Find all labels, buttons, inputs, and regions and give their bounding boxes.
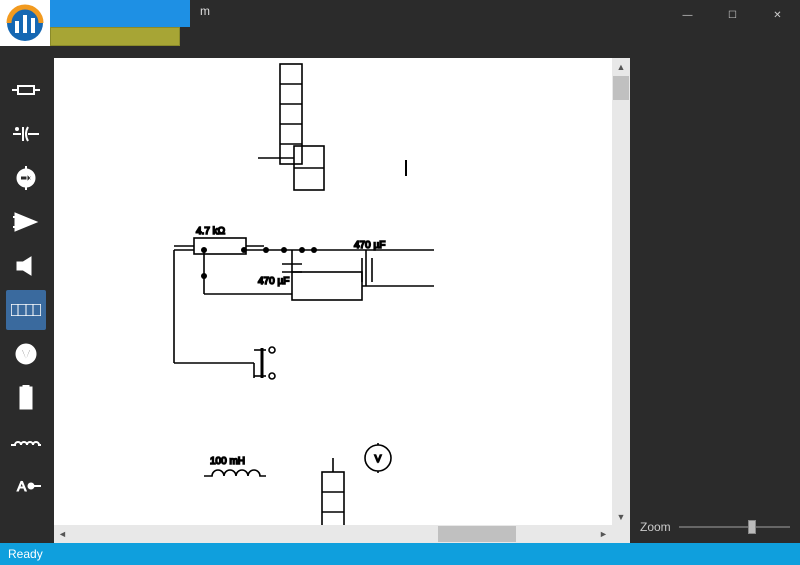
status-text: Ready	[8, 547, 43, 561]
vscroll-thumb[interactable]	[613, 76, 629, 100]
svg-text:V: V	[21, 346, 31, 362]
toolbox: V A	[0, 30, 52, 543]
hscroll-thumb[interactable]	[438, 526, 517, 542]
main-area: V A	[0, 30, 800, 543]
zoom-slider-track	[679, 526, 790, 528]
capacitor-polar-icon	[13, 125, 39, 143]
logo-icon	[5, 3, 45, 43]
scroll-up-arrow[interactable]: ▲	[612, 58, 630, 75]
battery-icon	[17, 385, 35, 411]
close-icon: ✕	[773, 10, 781, 21]
tool-opamp[interactable]	[6, 202, 46, 242]
minimize-icon: —	[683, 10, 693, 21]
tool-resistor[interactable]	[6, 70, 46, 110]
vscroll-track[interactable]	[612, 101, 630, 508]
window-controls: — ☐ ✕	[665, 0, 800, 30]
array-icon	[11, 304, 41, 316]
scroll-down-arrow[interactable]: ▼	[612, 508, 630, 525]
canvas-wrap: 4.7 kΩ	[52, 30, 630, 543]
scroll-right-arrow[interactable]: ►	[595, 525, 612, 543]
schematic-svg: 4.7 kΩ	[54, 58, 612, 525]
inductor-icon	[11, 435, 41, 449]
component-array-top[interactable]	[280, 64, 302, 164]
voltmeter-icon: V	[14, 342, 38, 366]
component-inductor[interactable]: 100 mH	[204, 456, 266, 476]
titlebar: m — ☐ ✕	[0, 0, 800, 30]
opamp-icon	[13, 211, 39, 233]
resistor-label: 4.7 kΩ	[196, 226, 226, 237]
zoom-slider-thumb[interactable]	[748, 520, 756, 534]
source-icon	[14, 166, 38, 190]
scroll-left-arrow[interactable]: ◄	[54, 525, 71, 543]
minimize-button[interactable]: —	[665, 0, 710, 30]
app-logo	[0, 0, 50, 46]
status-bar: Ready	[0, 543, 800, 565]
speaker-icon	[15, 255, 37, 277]
tool-voltmeter[interactable]: V	[6, 334, 46, 374]
tool-battery[interactable]	[6, 378, 46, 418]
right-panel: Zoom	[630, 30, 800, 543]
hscroll-row: ◄ ►	[52, 525, 630, 543]
brand-badge-olive	[50, 27, 180, 46]
tool-ammeter[interactable]: A	[6, 466, 46, 506]
canvas-area: 4.7 kΩ	[52, 30, 630, 525]
component-block-mid[interactable]	[292, 272, 434, 300]
resistor-icon	[12, 83, 40, 97]
tool-source[interactable]	[6, 158, 46, 198]
tool-speaker[interactable]	[6, 246, 46, 286]
tool-capacitor-polar[interactable]	[6, 114, 46, 154]
brand-badges	[50, 0, 190, 46]
brand-badge-blue	[50, 0, 190, 27]
component-voltmeter[interactable]: V	[365, 443, 391, 473]
close-button[interactable]: ✕	[755, 0, 800, 30]
horizontal-scrollbar[interactable]: ◄ ►	[54, 525, 612, 543]
maximize-icon: ☐	[728, 10, 737, 21]
window-title: m	[200, 4, 210, 18]
svg-text:A: A	[17, 478, 27, 494]
scroll-corner	[612, 525, 630, 543]
zoom-control: Zoom	[640, 517, 790, 537]
tool-inductor[interactable]	[6, 422, 46, 462]
hscroll-track[interactable]	[71, 525, 595, 543]
vertical-scrollbar[interactable]: ▲ ▼	[612, 58, 630, 525]
zoom-slider[interactable]	[679, 517, 790, 537]
maximize-button[interactable]: ☐	[710, 0, 755, 30]
capacitor-1-label: 470 µF	[258, 276, 289, 287]
component-capacitor-1[interactable]: 470 µF	[258, 250, 302, 287]
component-array-bottom[interactable]	[322, 458, 344, 525]
tool-array[interactable]	[6, 290, 46, 330]
capacitor-2-label: 470 µF	[354, 240, 385, 251]
component-small-block[interactable]	[258, 146, 324, 190]
voltmeter-label: V	[375, 454, 382, 465]
ammeter-icon: A	[11, 477, 41, 495]
component-transistor[interactable]	[254, 347, 275, 379]
inductor-label: 100 mH	[210, 456, 245, 467]
zoom-label: Zoom	[640, 520, 671, 534]
app-brand-overlay	[0, 0, 190, 46]
component-capacitor-2[interactable]: 470 µF	[354, 240, 385, 286]
canvas[interactable]: 4.7 kΩ	[54, 58, 612, 525]
